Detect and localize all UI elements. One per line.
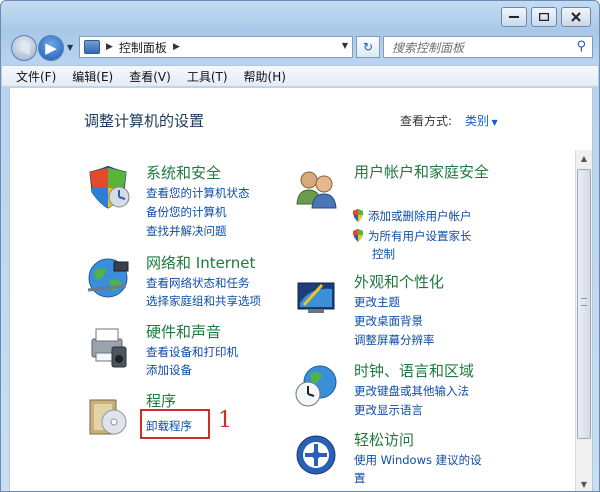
forward-arrow-icon: ▶ (45, 39, 57, 57)
search-placeholder: 搜索控制面板 (392, 40, 465, 55)
users-icon (296, 171, 337, 209)
menu-bar: 文件(F) 编辑(E) 查看(V) 工具(T) 帮助(H) (2, 65, 598, 87)
add-remove-users-label: 添加或删除用户帐户 (368, 209, 472, 223)
vertical-scrollbar[interactable]: ▲ ▼ (575, 150, 592, 491)
minimize-button[interactable] (501, 7, 527, 27)
troubleshoot-link[interactable]: 查找并解决问题 (146, 223, 227, 239)
control-panel-content: 调整计算机的设置 查看方式: 类别 ▲ ▼ 系统和安全 查看您的计算机状态 备份… (9, 88, 593, 491)
network-globe-icon (87, 258, 129, 298)
annotation-highlight-box (140, 409, 210, 439)
control-panel-icon (84, 40, 100, 54)
uac-shield-icon (353, 209, 363, 222)
annotation-number: 1 (218, 408, 232, 433)
menu-help[interactable]: 帮助(H) (244, 68, 286, 85)
programs-title[interactable]: 程序 (146, 390, 176, 411)
menu-view[interactable]: 查看(V) (129, 68, 171, 85)
back-button[interactable]: ◀ (11, 35, 37, 61)
add-device-link[interactable]: 添加设备 (146, 362, 192, 378)
page-title: 调整计算机的设置 (84, 112, 205, 130)
search-input[interactable]: 搜索控制面板 ⚲ (383, 36, 593, 58)
view-computer-status-link[interactable]: 查看您的计算机状态 (146, 185, 250, 201)
view-by-label: 查看方式: (400, 114, 453, 128)
homegroup-sharing-link[interactable]: 选择家庭组和共享选项 (146, 293, 261, 309)
change-desktop-background-link[interactable]: 更改桌面背景 (354, 313, 423, 329)
menu-file[interactable]: 文件(F) (16, 68, 56, 85)
address-dropdown-icon[interactable]: ▼ (342, 41, 348, 50)
clock-language-region-title[interactable]: 时钟、语言和区域 (354, 360, 474, 381)
programs-icon (89, 399, 127, 435)
refresh-icon: ↻ (362, 40, 374, 54)
forward-button[interactable]: ▶ (38, 35, 64, 61)
view-network-status-link[interactable]: 查看网络状态和任务 (146, 275, 250, 291)
close-icon (571, 12, 581, 22)
network-internet-title[interactable]: 网络和 Internet (146, 252, 255, 273)
devices-printers-link[interactable]: 查看设备和打印机 (146, 344, 238, 360)
change-input-methods-link[interactable]: 更改键盘或其他输入法 (354, 383, 469, 399)
parental-controls-link-line2[interactable]: 控制 (372, 246, 395, 262)
address-bar[interactable]: ▶ 控制面板 ▶ ▼ (79, 36, 353, 58)
search-icon[interactable]: ⚲ (576, 39, 586, 54)
breadcrumb-arrow-icon[interactable]: ▶ (173, 42, 180, 52)
windows-suggested-settings-link-line2[interactable]: 置 (354, 470, 366, 486)
menu-edit[interactable]: 编辑(E) (72, 68, 113, 85)
navigation-bar: ◀ ▶ ▼ ▶ 控制面板 ▶ ▼ ↻ 搜索控制面板 ⚲ (11, 33, 593, 61)
adjust-resolution-link[interactable]: 调整屏幕分辨率 (354, 332, 435, 348)
add-remove-users-link[interactable]: 添加或删除用户帐户 (352, 208, 472, 224)
scroll-down-button[interactable]: ▼ (576, 476, 592, 491)
window-controls (501, 7, 591, 27)
appearance-icon (297, 282, 335, 313)
backup-computer-link[interactable]: 备份您的计算机 (146, 204, 227, 220)
back-arrow-icon: ◀ (18, 39, 30, 57)
grip-icon (581, 298, 587, 306)
minimize-icon (509, 16, 519, 18)
window: ◀ ▶ ▼ ▶ 控制面板 ▶ ▼ ↻ 搜索控制面板 ⚲ 文件(F) 编辑(E) … (0, 0, 600, 492)
windows-suggested-settings-link[interactable]: 使用 Windows 建议的设 (354, 452, 482, 468)
system-security-title[interactable]: 系统和安全 (146, 162, 221, 183)
refresh-button[interactable]: ↻ (356, 36, 380, 58)
close-button[interactable] (561, 7, 591, 27)
appearance-title[interactable]: 外观和个性化 (354, 271, 444, 292)
maximize-icon (539, 13, 549, 21)
printer-icon (91, 328, 127, 368)
change-display-language-link[interactable]: 更改显示语言 (354, 402, 423, 418)
hardware-sound-title[interactable]: 硬件和声音 (146, 321, 221, 342)
breadcrumb-control-panel[interactable]: 控制面板 (119, 39, 167, 56)
uac-shield-icon (353, 229, 363, 242)
scrollbar-thumb[interactable] (577, 169, 591, 439)
ease-of-access-icon (296, 435, 336, 475)
clock-globe-icon (295, 365, 337, 407)
view-by-dropdown[interactable]: 类别 (465, 112, 498, 129)
parental-controls-label: 为所有用户设置家长 (368, 229, 472, 243)
maximize-button[interactable] (531, 7, 557, 27)
change-theme-link[interactable]: 更改主题 (354, 294, 400, 310)
breadcrumb-arrow-icon[interactable]: ▶ (106, 42, 113, 52)
scroll-up-button[interactable]: ▲ (576, 150, 592, 167)
shield-icon (89, 166, 130, 209)
history-dropdown-icon[interactable]: ▼ (67, 43, 73, 52)
user-accounts-title[interactable]: 用户帐户和家庭安全 (354, 162, 504, 182)
menu-tools[interactable]: 工具(T) (187, 68, 228, 85)
ease-of-access-title[interactable]: 轻松访问 (354, 429, 414, 450)
parental-controls-link[interactable]: 为所有用户设置家长 (352, 228, 472, 244)
